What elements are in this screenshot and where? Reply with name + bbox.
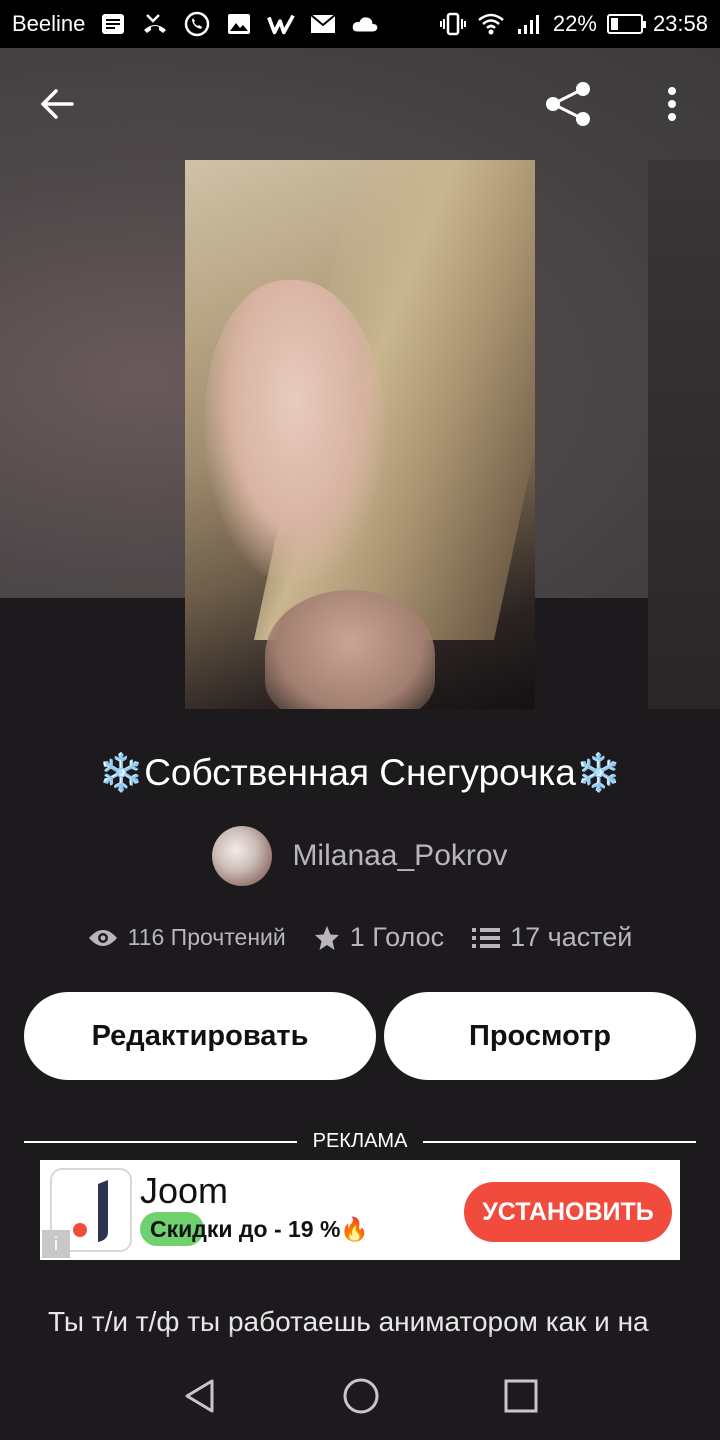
share-button[interactable] [536,72,600,136]
status-bar: Beeline 22% 23:58 [0,0,720,48]
arrow-back-icon [41,89,74,119]
notes-icon [99,10,127,38]
parts-stat: 17 частей [472,922,632,953]
info-icon[interactable]: i [42,1230,70,1258]
edit-button[interactable]: Редактировать [24,992,376,1080]
missed-call-icon [141,10,169,38]
battery-icon [606,14,646,34]
story-title: ❄️Собственная Снегурочка❄️ [98,752,622,793]
reads-count: 116 Прочтений [127,924,286,950]
author-row[interactable]: Milanaa_Pokrov [0,826,720,886]
circle-home-icon [343,1378,379,1413]
signal-icon [515,10,543,38]
next-cover[interactable] [648,160,720,709]
parts-count: 17 частей [510,922,633,952]
cloud-icon [351,10,379,38]
nav-home-button[interactable] [342,1377,380,1420]
share-icon [546,82,590,126]
more-options-button[interactable] [640,72,704,136]
install-button[interactable]: УСТАНОВИТЬ [464,1182,672,1242]
avatar[interactable] [212,826,273,886]
vibrate-icon [439,10,467,38]
votes-stat: 1 Голос [314,922,444,953]
nav-recents-button[interactable] [504,1379,538,1418]
star-icon [314,925,339,950]
wifi-icon [477,10,505,38]
gallery-icon [225,10,253,38]
whatsapp-icon [183,10,211,38]
story-cover[interactable] [185,160,535,709]
mail-icon [309,10,337,38]
clock: 23:58 [652,11,708,36]
story-stats: 116 Прочтений 1 Голос 17 частей [0,922,720,953]
square-recents-icon [504,1379,538,1412]
view-button[interactable]: Просмотр [384,992,696,1080]
triangle-back-icon [185,1379,214,1412]
system-nav-bar [0,1356,720,1440]
wattpad-icon [267,10,296,38]
ad-banner[interactable]: Joom Скидки до - 19 %🔥 УСТАНОВИТЬ i [40,1160,680,1260]
author-name[interactable]: Milanaa_Pokrov [292,839,507,873]
ad-subtitle: Скидки до - 19 %🔥 [140,1212,369,1246]
more-vert-icon [668,87,676,121]
nav-back-button[interactable] [182,1378,218,1419]
votes-count: 1 Голос [349,922,445,952]
ad-title: Joom [140,1170,229,1211]
eye-icon [88,929,117,946]
ad-label: РЕКЛАМА [24,1130,697,1153]
back-button[interactable] [24,72,88,136]
battery-percent: 22% [552,11,597,36]
list-icon [472,927,501,948]
reads-stat: 116 Прочтений [88,924,286,951]
carrier-name: Beeline [12,11,86,36]
